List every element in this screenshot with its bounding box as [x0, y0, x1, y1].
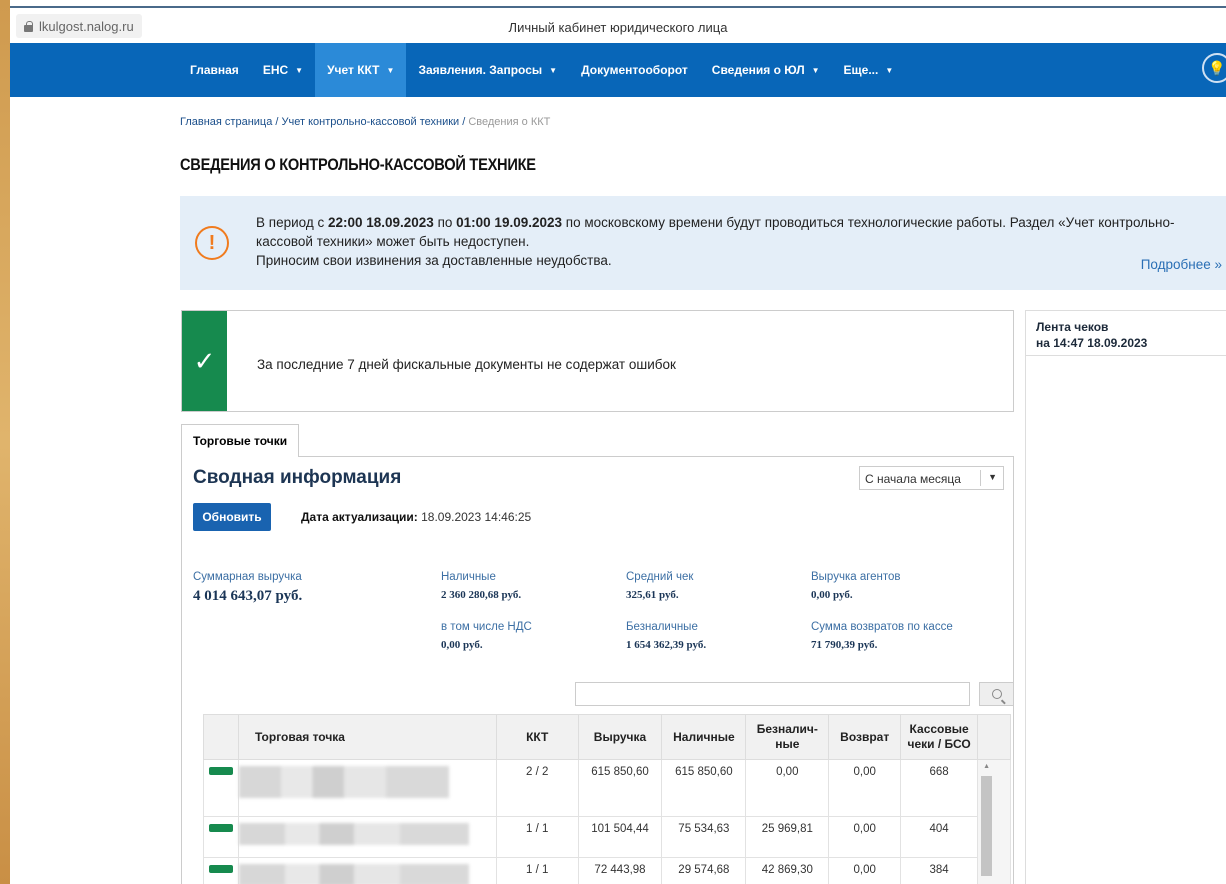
- tab-trade-points[interactable]: Торговые точки: [181, 424, 300, 457]
- redacted-name: [238, 823, 469, 845]
- caret-down-icon: ▼: [811, 65, 820, 75]
- divider: [1026, 355, 1226, 356]
- stat-avg-check: Средний чек 325,61 руб.: [626, 571, 694, 601]
- breadcrumb: Главная страница / Учет контрольно-кассо…: [180, 116, 551, 128]
- search-icon: [991, 689, 1002, 699]
- status-text: За последние 7 дней фискальные документы…: [257, 357, 676, 372]
- stat-total: Суммарная выручка 4 014 643,07 руб.: [193, 571, 303, 604]
- status-box: ✓ За последние 7 дней фискальные докумен…: [181, 310, 1014, 412]
- chevron-down-icon: ▼: [988, 472, 997, 482]
- col-status: [203, 714, 239, 760]
- caret-down-icon: ▼: [386, 65, 395, 75]
- redacted-name: [238, 864, 469, 884]
- search-input[interactable]: [575, 682, 970, 706]
- period-select[interactable]: С начала месяца ▼: [859, 466, 1004, 490]
- col-trade-point[interactable]: Торговая точка: [237, 714, 497, 760]
- breadcrumb-section[interactable]: Учет контрольно-кассовой техники: [282, 116, 460, 128]
- status-indicator: [208, 865, 233, 873]
- stat-agents: Выручка агентов 0,00 руб.: [811, 571, 901, 601]
- nav-item-company-info[interactable]: Сведения о ЮЛ ▼: [700, 43, 832, 97]
- summary-title: Сводная информация: [193, 467, 402, 488]
- receipts-feed-time: на 14:47 18.09.2023: [1036, 336, 1148, 350]
- scroll-thumb[interactable]: [981, 776, 993, 876]
- caret-down-icon: ▼: [295, 65, 304, 75]
- summary-card: Сводная информация С начала месяца ▼ Обн…: [181, 456, 1014, 884]
- search-button[interactable]: [979, 682, 1014, 706]
- nav-item-home[interactable]: Главная: [178, 43, 251, 97]
- lightbulb-icon[interactable]: 💡: [1202, 53, 1226, 83]
- nav-item-ens[interactable]: ЕНС ▼: [251, 43, 315, 97]
- col-revenue[interactable]: Выручка: [577, 714, 663, 760]
- nav-item-requests[interactable]: Заявления. Запросы ▼: [406, 43, 569, 97]
- address-bar: lkulgost.nalog.ru Личный кабинет юридиче…: [10, 6, 1226, 42]
- table-header-row: Торговая точка ККТ Выручка Наличные Безн…: [203, 714, 1011, 760]
- col-checks[interactable]: Кассовые чеки / БСО: [900, 714, 979, 760]
- status-indicator: [208, 767, 233, 775]
- exclamation-icon: !: [195, 226, 229, 260]
- caret-down-icon: ▼: [549, 65, 558, 75]
- redacted-name: [238, 766, 449, 798]
- main-nav: Главная ЕНС ▼ Учет ККТ ▼ Заявления. Запрос…: [10, 43, 1226, 97]
- trade-points-table: Торговая точка ККТ Выручка Наличные Безн…: [203, 714, 1011, 884]
- notice-text: В период с 22:00 18.09.2023 по 01:00 19.…: [256, 215, 1175, 268]
- nav-item-more[interactable]: Еще... ▼: [832, 43, 906, 97]
- breadcrumb-home[interactable]: Главная страница: [180, 116, 272, 128]
- browser-window: lkulgost.nalog.ru Личный кабинет юридиче…: [10, 0, 1226, 884]
- more-link[interactable]: Подробнее »: [1141, 257, 1222, 272]
- stat-vat: в том числе НДС 0,00 руб.: [441, 621, 532, 651]
- scroll-up-icon[interactable]: ▲: [983, 763, 990, 770]
- col-scroll: [977, 714, 1011, 760]
- table-row[interactable]: 1 / 1 72 443,98 29 574,68 42 869,30 0,00…: [203, 857, 1011, 884]
- checkmark-icon: ✓: [182, 311, 227, 411]
- col-cash[interactable]: Наличные: [661, 714, 747, 760]
- breadcrumb-current: Сведения о ККТ: [468, 116, 551, 128]
- table-scrollbar[interactable]: ▲: [977, 759, 1011, 884]
- receipts-feed-title: Лента чеков: [1036, 320, 1109, 334]
- maintenance-notice: ! В период с 22:00 18.09.2023 по 01:00 1…: [180, 196, 1226, 290]
- window-title: Личный кабинет юридического лица: [508, 20, 728, 35]
- nav-item-documents[interactable]: Документооборот: [569, 43, 700, 97]
- stat-noncash: Безналичные 1 654 362,39 руб.: [626, 621, 707, 651]
- receipts-feed-panel: Лента чеков на 14:47 18.09.2023: [1025, 310, 1226, 884]
- background-frame: [0, 0, 10, 884]
- stat-returns: Сумма возвратов по кассе 71 790,39 руб.: [811, 621, 953, 651]
- col-returns[interactable]: Возврат: [828, 714, 902, 760]
- update-date: Дата актуализации: 18.09.2023 14:46:25: [301, 510, 532, 524]
- stat-cash: Наличные 2 360 280,68 руб.: [441, 571, 522, 601]
- table-row[interactable]: 1 / 1 101 504,44 75 534,63 25 969,81 0,0…: [203, 816, 1011, 858]
- nav-item-kkt[interactable]: Учет ККТ ▼: [315, 43, 407, 97]
- caret-down-icon: ▼: [885, 65, 894, 75]
- page-title: СВЕДЕНИЯ О КОНТРОЛЬНО-КАССОВОЙ ТЕХНИКЕ: [180, 155, 536, 174]
- status-indicator: [208, 824, 233, 832]
- col-kkt[interactable]: ККТ: [495, 714, 579, 760]
- col-noncash[interactable]: Безналич-ные: [745, 714, 830, 760]
- table-row[interactable]: 2 / 2 615 850,60 615 850,60 0,00 0,00 66…: [203, 759, 1011, 884]
- refresh-button[interactable]: Обновить: [193, 503, 271, 531]
